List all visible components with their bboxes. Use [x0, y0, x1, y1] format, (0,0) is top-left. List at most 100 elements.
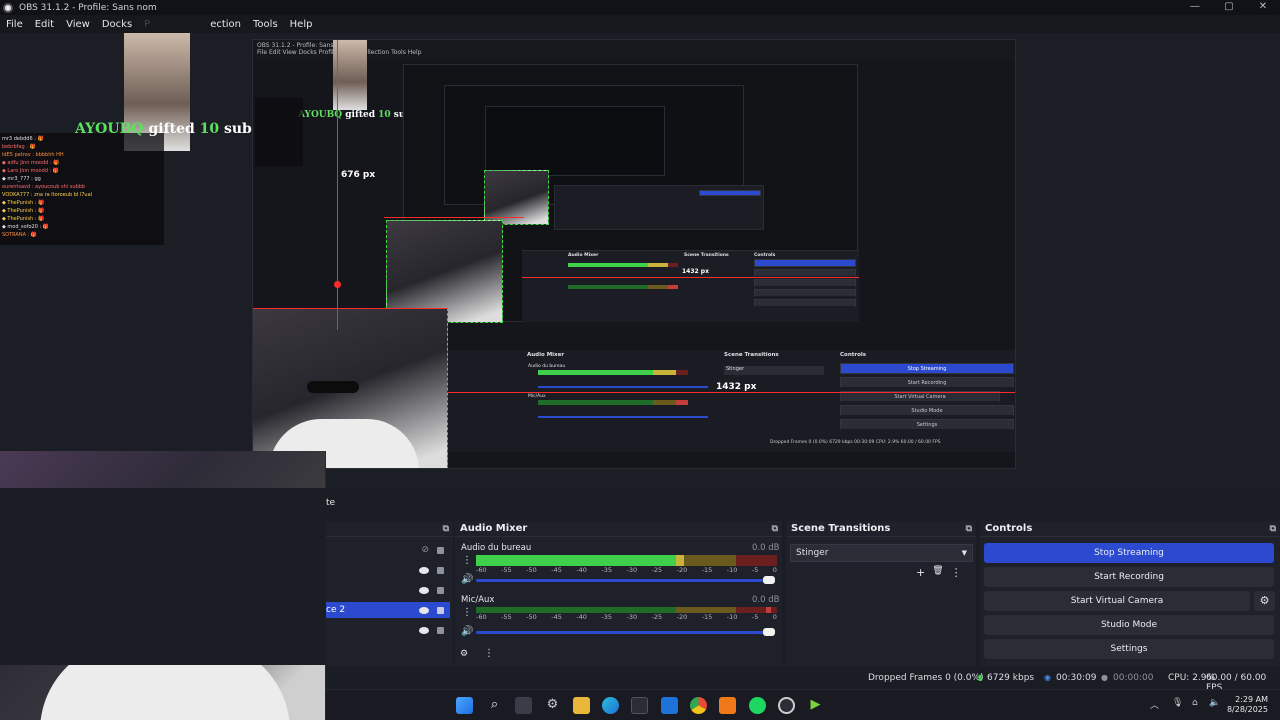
- chevron-down-icon: ▼: [961, 549, 967, 557]
- maximize-button[interactable]: ▢: [1212, 0, 1246, 15]
- lock-icon[interactable]: [437, 566, 444, 574]
- channel-menu-icon[interactable]: ⋮: [462, 555, 472, 566]
- volume-slider[interactable]: [476, 631, 773, 634]
- nested-obs-preview-4: [485, 106, 665, 176]
- stop-streaming-button[interactable]: Stop Streaming: [984, 543, 1274, 563]
- chat-line: ◆ adfu Jinn moodd : 🎁: [2, 160, 60, 166]
- advanced-audio-icon[interactable]: ⚙: [460, 649, 468, 659]
- dock-popout-icon[interactable]: ⧉: [966, 524, 976, 534]
- lock-icon[interactable]: [437, 626, 444, 634]
- chat-overlay: mr3 debdd6 : 🎁 bebrbfag : 🎁 ldE5 patrov …: [0, 133, 164, 245]
- chrome-icon[interactable]: [690, 697, 707, 714]
- store-icon[interactable]: [631, 697, 648, 714]
- lock-icon[interactable]: [437, 586, 444, 594]
- eye-hidden-icon[interactable]: ⊘: [421, 542, 429, 558]
- tab-fragment[interactable]: te: [326, 498, 335, 508]
- volume-icon[interactable]: 🔊: [461, 574, 473, 585]
- source-row-selected[interactable]: ce 2: [326, 602, 450, 618]
- start-virtual-camera-button[interactable]: Start Virtual Camera: [984, 591, 1250, 611]
- menu-docks[interactable]: Docks: [96, 19, 138, 30]
- guide-handle[interactable]: [334, 281, 341, 288]
- source-row[interactable]: ⊘: [326, 542, 450, 558]
- scene-transitions-dock: Scene Transitions ⧉: [786, 521, 976, 666]
- virtual-camera-settings-button[interactable]: ⚙: [1254, 591, 1275, 611]
- guide-line-top: [253, 308, 448, 309]
- meter-ticks: -60 -55 -50 -45 -40 -35 -30 -25 -20 -15 -10 -5 0: [476, 613, 777, 621]
- menu-scene-collection[interactable]: ection: [204, 19, 247, 30]
- menu-file[interactable]: File: [0, 19, 29, 30]
- title-bar: OBS 31.1.2 - Profile: Sans nom — ▢ ✕: [0, 0, 1280, 15]
- spotify-icon[interactable]: [749, 697, 766, 714]
- tray-expand-icon[interactable]: ︿: [1150, 698, 1159, 711]
- stream-app-icon[interactable]: ▶: [807, 697, 824, 714]
- audio-meter: [476, 555, 777, 566]
- remove-transition-button[interactable]: 🗑: [932, 566, 943, 579]
- source-row[interactable]: [326, 622, 450, 638]
- record-time: 00:00:00: [1113, 673, 1154, 683]
- volume-knob[interactable]: [763, 576, 775, 584]
- gift-count: 10: [199, 121, 220, 137]
- scene-transitions-title: Scene Transitions: [791, 523, 891, 534]
- nested-obs-preview-2: Audio Mixer Scene Transitions Controls 1…: [384, 64, 859, 323]
- width-label: 676 px: [341, 170, 376, 180]
- transition-select[interactable]: Stinger ▼: [790, 544, 973, 562]
- preview-canvas[interactable]: mr3 debdd6 : 🎁 bebrbfag : 🎁 ldE5 patrov …: [0, 33, 1280, 720]
- windows-start-icon[interactable]: [456, 697, 473, 714]
- lock-icon[interactable]: [437, 546, 444, 554]
- volume-slider[interactable]: [476, 579, 773, 582]
- dock-popout-icon[interactable]: ⧉: [443, 524, 453, 534]
- controls-title: Controls: [985, 523, 1033, 534]
- outlook-icon[interactable]: [661, 697, 678, 714]
- nested-ctrl-btn: [754, 299, 856, 307]
- add-transition-button[interactable]: +: [916, 566, 925, 579]
- transition-buttons: + 🗑 ⋮: [916, 566, 962, 579]
- studio-mode-button[interactable]: Studio Mode: [984, 615, 1274, 635]
- settings-button[interactable]: Settings: [984, 639, 1274, 659]
- file-explorer-icon[interactable]: [573, 697, 590, 714]
- menu-bar: File Edit View Docks P ection Tools Help: [0, 15, 1280, 33]
- menu-help[interactable]: Help: [284, 19, 319, 30]
- dock-popout-icon[interactable]: ⧉: [1270, 524, 1280, 534]
- chat-line: ◆ Laro Jinn moodd : 🎁: [2, 168, 60, 174]
- channel-menu-icon[interactable]: ⋮: [462, 607, 472, 618]
- eye-icon[interactable]: [419, 606, 429, 614]
- menu-edit[interactable]: Edit: [29, 19, 60, 30]
- window-title: OBS 31.1.2 - Profile: Sans nom: [19, 2, 157, 13]
- menu-view[interactable]: View: [60, 19, 96, 30]
- obs-taskbar-icon[interactable]: [778, 697, 795, 714]
- sub-gift-alert: AYOUBQ gifted 10 sub(s)!: [75, 121, 279, 137]
- chat-line: ◆ ThePunish : 🎁: [2, 216, 45, 222]
- start-recording-button[interactable]: Start Recording: [984, 567, 1274, 587]
- source-row[interactable]: [326, 582, 450, 598]
- search-icon[interactable]: ⌕: [486, 697, 503, 714]
- menu-tools[interactable]: Tools: [247, 19, 284, 30]
- volume-knob[interactable]: [763, 628, 775, 636]
- chat-line: ◆ mod_sofo20 : 🎁: [2, 224, 49, 230]
- close-button[interactable]: ✕: [1246, 0, 1280, 15]
- nested-stop-streaming-3: [699, 190, 761, 196]
- settings-app-icon[interactable]: ⚙: [544, 697, 561, 714]
- chat-line: VODKA777 : zna ra ltoroeub bl l7ual: [2, 192, 93, 198]
- menu-profile[interactable]: P: [138, 19, 156, 30]
- eye-icon[interactable]: [419, 566, 429, 574]
- eye-icon[interactable]: [419, 586, 429, 594]
- volume-icon[interactable]: 🔊: [461, 626, 473, 637]
- edge-icon[interactable]: [602, 697, 619, 714]
- mixer-menu-icon[interactable]: ⋮: [484, 648, 494, 659]
- audio-mixer-title: Audio Mixer: [460, 523, 528, 534]
- network-icon[interactable]: ⌂: [1192, 698, 1198, 708]
- eye-icon[interactable]: [419, 626, 429, 634]
- record-icon: ●: [1101, 673, 1108, 682]
- nested-chat: [255, 98, 303, 166]
- clock[interactable]: 2:29 AM 8/28/2025: [1216, 695, 1268, 715]
- microphone-icon[interactable]: 🎙: [1172, 698, 1183, 708]
- minimize-button[interactable]: —: [1178, 0, 1212, 15]
- window-controls: — ▢ ✕: [1178, 0, 1280, 15]
- source-row[interactable]: [326, 562, 450, 578]
- transition-menu-button[interactable]: ⋮: [951, 566, 962, 579]
- vlc-icon[interactable]: [719, 697, 736, 714]
- lock-icon[interactable]: [437, 606, 444, 614]
- dock-popout-icon[interactable]: ⧉: [772, 524, 782, 534]
- task-view-icon[interactable]: [515, 697, 532, 714]
- windows-taskbar: ⌕ ⚙ ▶ ︿ 🎙 ⌂ 🔈 2:29 AM 8/28/2025: [326, 689, 1280, 720]
